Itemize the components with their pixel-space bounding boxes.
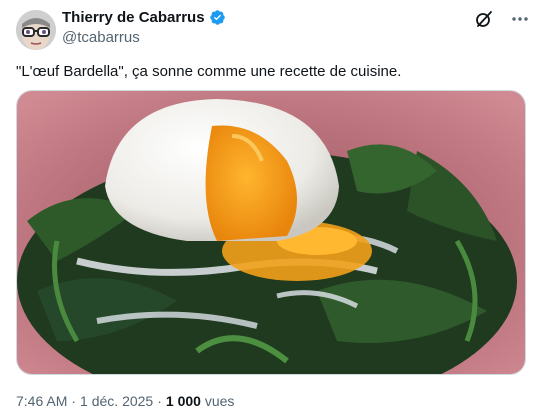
views-count[interactable]: 1 000 bbox=[166, 393, 201, 409]
tweet: Thierry de Cabarrus @tcabarrus "L'œuf Ba… bbox=[0, 0, 546, 412]
top-actions bbox=[474, 9, 530, 29]
views-label: vues bbox=[200, 393, 235, 409]
author-handle[interactable]: @tcabarrus bbox=[62, 29, 140, 46]
more-icon[interactable] bbox=[510, 9, 530, 29]
author-name-row: Thierry de Cabarrus bbox=[62, 9, 226, 26]
verified-badge-icon[interactable] bbox=[209, 9, 226, 26]
egg-spinach-photo bbox=[17, 91, 525, 374]
author-avatar[interactable] bbox=[16, 10, 56, 50]
meta-separator: · bbox=[71, 393, 77, 409]
tweet-text: "L'œuf Bardella", ça sonne comme une rec… bbox=[16, 63, 402, 80]
tweet-date[interactable]: 1 déc. 2025 bbox=[80, 393, 153, 409]
author-display-name[interactable]: Thierry de Cabarrus bbox=[62, 9, 205, 26]
avatar-icon bbox=[16, 10, 56, 50]
meta-separator: · bbox=[157, 393, 162, 409]
tweet-time[interactable]: 7:46 AM bbox=[16, 393, 67, 409]
tweet-meta: 7:46 AM · 1 déc. 2025 · 1 000 vues bbox=[16, 393, 234, 409]
tweet-media-photo[interactable] bbox=[16, 90, 526, 375]
grok-icon[interactable] bbox=[474, 9, 494, 29]
